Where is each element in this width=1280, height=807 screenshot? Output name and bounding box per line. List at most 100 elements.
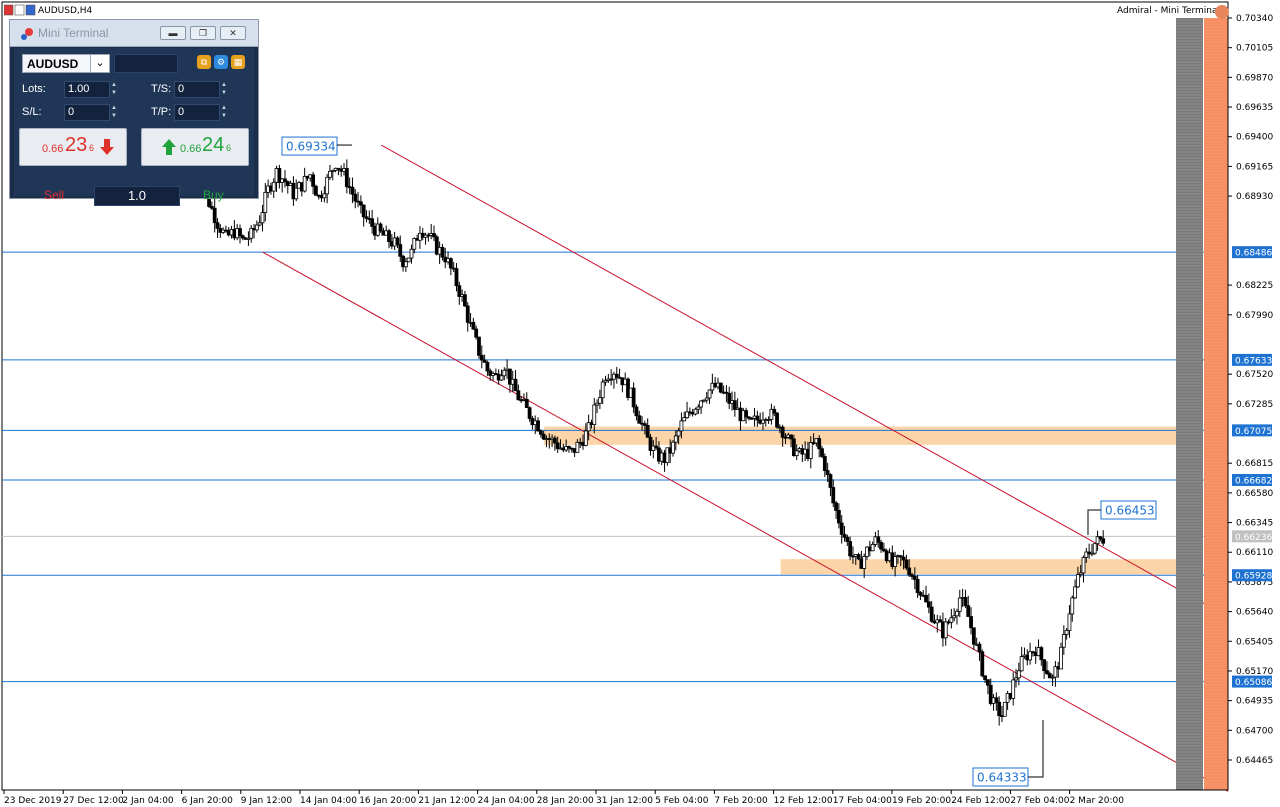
buy-price-fraction: 6	[226, 143, 232, 153]
candle-body	[403, 261, 408, 268]
price-tick-label: 0.66110	[1236, 548, 1273, 558]
level-tag-0: 0.68486	[1235, 249, 1272, 259]
candle-body	[780, 426, 785, 438]
candle-body	[676, 430, 681, 437]
candle-body	[966, 605, 971, 617]
candle-body	[679, 420, 684, 432]
buy-button[interactable]: 0.66 24 6	[141, 128, 249, 166]
candle-body	[856, 554, 861, 560]
candle-body	[980, 651, 985, 677]
candle-body	[718, 382, 723, 393]
buy-label[interactable]: Buy	[203, 188, 224, 202]
tp-input[interactable]: 0	[174, 104, 220, 121]
candle-body	[901, 556, 906, 561]
gear-icon[interactable]: ⚙	[214, 55, 228, 69]
lots-label: Lots:	[22, 83, 46, 95]
candle-body	[527, 407, 532, 419]
sl-input[interactable]: 0	[64, 104, 110, 121]
candle-body	[499, 375, 504, 381]
price-tick-label: 0.69870	[1236, 73, 1273, 83]
candle-body	[1064, 630, 1069, 635]
candle-body	[1067, 613, 1072, 631]
time-tick-label: 17 Feb 04:00	[833, 796, 892, 806]
price-tick-label: 0.65170	[1236, 667, 1273, 677]
candle-body	[358, 201, 363, 206]
arrow-up-icon	[162, 139, 176, 155]
candle-body	[1081, 557, 1086, 574]
price-tick-label: 0.66580	[1236, 489, 1273, 499]
candle-body	[879, 541, 883, 550]
candle-body	[1042, 659, 1047, 672]
candle-body	[893, 556, 898, 567]
close-button[interactable]: ✕	[220, 26, 246, 40]
candle-body	[477, 336, 481, 356]
symbol-info-field	[114, 54, 178, 73]
symbol-select[interactable]: AUDUSD ⌄	[22, 54, 110, 73]
time-tick-label: 5 Feb 04:00	[655, 796, 709, 806]
time-tick-label: 14 Jan 04:00	[300, 796, 357, 806]
sell-price-prefix: 0.66	[42, 143, 64, 155]
mini-terminal-panel[interactable]: Mini Terminal ▬ ❐ ✕ AUDUSD ⌄ ⧉ ⚙ ▦ Lots:…	[9, 19, 259, 206]
price-tick-label: 0.68930	[1236, 192, 1273, 202]
mini-terminal-logo-icon	[21, 28, 33, 40]
candle-body	[929, 606, 934, 622]
candle-body	[915, 579, 920, 593]
sell-button[interactable]: 0.66 23 6	[19, 128, 127, 166]
time-tick-label: 21 Jan 12:00	[418, 796, 475, 806]
ts-input[interactable]: 0	[174, 81, 220, 98]
time-tick-label: 9 Jan 12:00	[241, 796, 293, 806]
candle-body	[994, 697, 999, 703]
minimize-button[interactable]: ▬	[160, 26, 186, 40]
zone-1	[780, 559, 1193, 575]
candle-body	[553, 437, 557, 444]
candle-body	[238, 228, 242, 237]
lots-input[interactable]: 1.00	[64, 81, 110, 98]
volume-input[interactable]: 1.0	[94, 186, 180, 206]
ts-stepper[interactable]: ▲ ▼	[220, 81, 228, 98]
sl-stepper[interactable]: ▲ ▼	[110, 104, 118, 121]
candle-body	[912, 576, 917, 580]
price-tick-label: 0.66345	[1236, 519, 1273, 529]
candle-body	[378, 223, 383, 232]
candle-body	[1075, 574, 1080, 588]
candle-body	[834, 502, 838, 511]
candle-body	[836, 509, 841, 524]
price-tick-label: 0.68225	[1236, 281, 1273, 291]
candle-body	[772, 408, 777, 414]
mini-terminal-titlebar[interactable]: Mini Terminal ▬ ❐ ✕	[10, 20, 258, 47]
chevron-down-icon[interactable]: ⌄	[90, 55, 109, 72]
time-tick-label: 28 Jan 20:00	[537, 796, 594, 806]
candle-body	[440, 247, 445, 258]
candle-body	[311, 174, 315, 187]
candle-body	[924, 594, 928, 603]
copy-icon[interactable]: ⧉	[197, 55, 211, 69]
lots-stepper[interactable]: ▲ ▼	[110, 81, 118, 98]
candle-body	[831, 487, 836, 504]
sl-label: S/L:	[22, 106, 42, 118]
price-tick-label: 0.70105	[1236, 44, 1273, 54]
candle-body	[575, 441, 580, 453]
candle-body	[907, 567, 912, 576]
tp-stepper[interactable]: ▲ ▼	[220, 104, 228, 121]
candle-body	[848, 541, 853, 557]
candle-body	[986, 679, 990, 686]
candle-body	[361, 204, 366, 218]
candle-body	[479, 354, 484, 361]
time-tick-label: 27 Feb 04:00	[1010, 796, 1069, 806]
price-tick-label: 0.64465	[1236, 756, 1273, 766]
restore-button[interactable]: ❐	[190, 26, 216, 40]
expand-icon[interactable]: ▦	[231, 55, 245, 69]
candle-body	[794, 450, 799, 457]
candle-body	[1011, 679, 1016, 699]
candle-body	[943, 621, 948, 639]
candle-body	[699, 400, 704, 408]
candle-body	[260, 212, 265, 224]
sell-label[interactable]: Sell	[44, 188, 64, 202]
candle-body	[471, 321, 476, 330]
candle-body	[524, 398, 529, 409]
candle-body	[637, 415, 642, 424]
candle-body	[344, 168, 349, 188]
candle-body	[876, 536, 881, 543]
candle-body	[353, 193, 358, 202]
time-tick-label: 12 Feb 12:00	[774, 796, 833, 806]
